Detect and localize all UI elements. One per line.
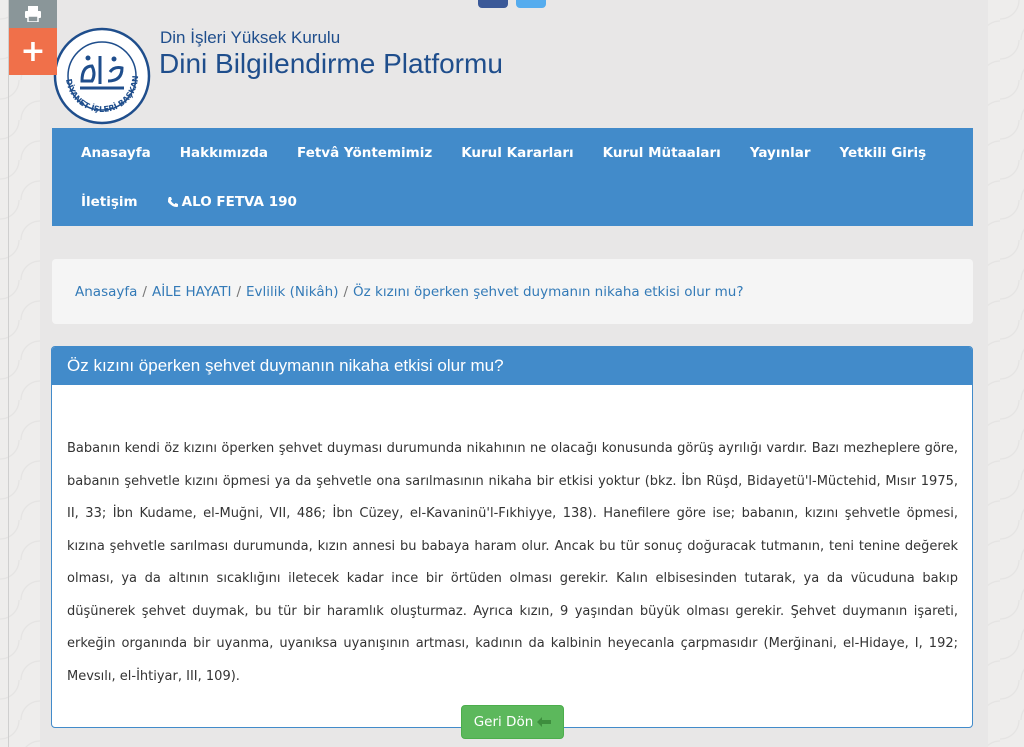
twitter-icon[interactable] [516,0,546,8]
nav-link[interactable]: Kurul Mütaaları [603,145,721,161]
add-button[interactable]: + [9,28,57,75]
diyanet-logo-icon: DİYANET İŞLERİ BAŞKANLIĞI [49,17,151,125]
nav-item-alo-fetva[interactable]: ALO FETVA 190 [152,177,311,226]
main-nav: Anasayfa Hakkımızda Fetvâ Yöntemimiz Kur… [52,128,973,226]
nav-link-phone[interactable]: ALO FETVA 190 [167,194,297,210]
nav-link[interactable]: Kurul Kararları [461,145,573,161]
back-button-label: Geri Dön [473,714,534,730]
social-links [478,0,546,8]
nav-link-label: ALO FETVA 190 [181,193,297,210]
nav-item-yayinlar[interactable]: Yayınlar [735,128,825,177]
print-button[interactable] [9,0,57,28]
platform-name[interactable]: Dini Bilgilendirme Platformu [159,48,503,80]
nav-item-fetva-yontemimiz[interactable]: Fetvâ Yöntemimiz [283,128,447,177]
floating-toolbar: + [9,0,57,75]
logo[interactable]: DİYANET İŞLERİ BAŞKANLIĞI [49,17,152,126]
nav-item-iletisim[interactable]: İletişim [52,177,152,226]
breadcrumb-link-category[interactable]: AİLE HAYATI [152,284,232,300]
nav-item-anasayfa[interactable]: Anasayfa [52,128,165,177]
phone-icon [167,196,178,207]
facebook-icon[interactable] [478,0,508,8]
panel-heading: Öz kızını öperken şehvet duymanın nikaha… [52,347,972,385]
nav-item-kurul-kararlari[interactable]: Kurul Kararları [447,128,588,177]
frame-line-left [8,0,9,747]
breadcrumb: Anasayfa / AİLE HAYATI / Evlilik (Nikâh)… [52,259,973,324]
nav-link[interactable]: Anasayfa [81,145,151,161]
back-button[interactable]: Geri Dön [460,705,565,739]
nav-link[interactable]: İletişim [81,194,138,210]
plus-icon: + [20,34,46,69]
article-body: Babanın kendi öz kızını öperken şehvet d… [67,441,958,684]
breadcrumb-separator: / [343,283,349,300]
breadcrumb-current: Öz kızını öperken şehvet duymanın nikaha… [353,283,744,300]
breadcrumb-link-subcategory[interactable]: Evlilik (Nikâh) [246,284,338,300]
arrow-left-icon [537,717,552,727]
breadcrumb-link-home[interactable]: Anasayfa [75,284,137,300]
nav-item-yetkili-giris[interactable]: Yetkili Giriş [825,128,941,177]
printer-icon [25,6,41,22]
nav-link[interactable]: Yetkili Giriş [839,145,926,161]
article-title: Öz kızını öperken şehvet duymanın nikaha… [67,356,504,375]
nav-item-hakkimizda[interactable]: Hakkımızda [165,128,282,177]
button-wrap: Geri Dön [67,705,958,740]
breadcrumb-separator: / [236,283,242,300]
panel-body: Babanın kendi öz kızını öperken şehvet d… [52,385,972,740]
article-panel: Öz kızını öperken şehvet duymanın nikaha… [51,346,973,739]
nav-link[interactable]: Fetvâ Yöntemimiz [297,145,432,161]
nav-link[interactable]: Yayınlar [750,145,811,161]
breadcrumb-separator: / [142,283,147,300]
nav-link[interactable]: Hakkımızda [180,145,268,161]
nav-item-kurul-mutaalari[interactable]: Kurul Mütaaları [588,128,735,177]
org-name: Din İşleri Yüksek Kurulu [160,28,341,47]
